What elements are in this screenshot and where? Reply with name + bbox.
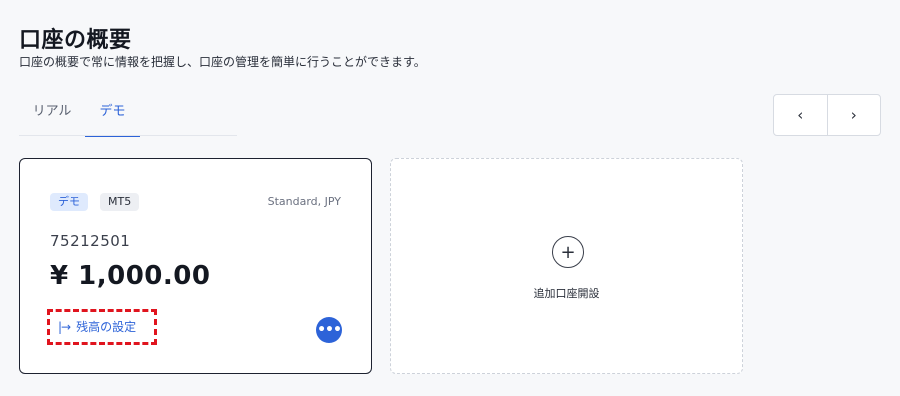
account-overview-page: 口座の概要 口座の概要で常に情報を把握し、口座の管理を簡単に行うことができます。… [0,0,900,396]
balance-setting-label: 残高の設定 [76,320,137,334]
arrow-right-bar-icon: |→ [58,319,71,334]
chevron-left-icon: ‹ [797,106,804,124]
page-title: 口座の概要 [19,28,132,53]
account-card[interactable]: デモ MT5 Standard, JPY 75212501 ¥ 1,000.00… [19,158,372,374]
account-type: Standard, JPY [267,195,341,208]
account-balance: ¥ 1,000.00 [50,261,211,291]
prev-button[interactable]: ‹ [774,95,827,135]
tab-demo[interactable]: デモ [85,100,140,137]
more-options-button[interactable]: ••• [316,317,342,343]
chevron-right-icon: › [850,106,857,124]
page-subtitle: 口座の概要で常に情報を把握し、口座の管理を簡単に行うことができます。 [19,55,426,69]
carousel-nav: ‹ › [773,94,881,136]
platform-badge: MT5 [100,193,140,211]
account-tabs: リアル デモ [19,88,237,137]
add-account-card[interactable]: + 追加口座開設 [390,158,743,374]
account-number: 75212501 [50,232,131,250]
tabs-divider [19,135,237,136]
add-account-label: 追加口座開設 [533,287,600,300]
plus-icon: + [552,236,584,268]
tab-demo-label: デモ [99,104,126,119]
demo-badge: デモ [50,193,88,211]
more-icon: ••• [317,322,342,338]
tab-real[interactable]: リアル [19,100,85,136]
balance-setting-link[interactable]: |→ 残高の設定 [58,318,136,335]
next-button[interactable]: › [826,95,881,135]
